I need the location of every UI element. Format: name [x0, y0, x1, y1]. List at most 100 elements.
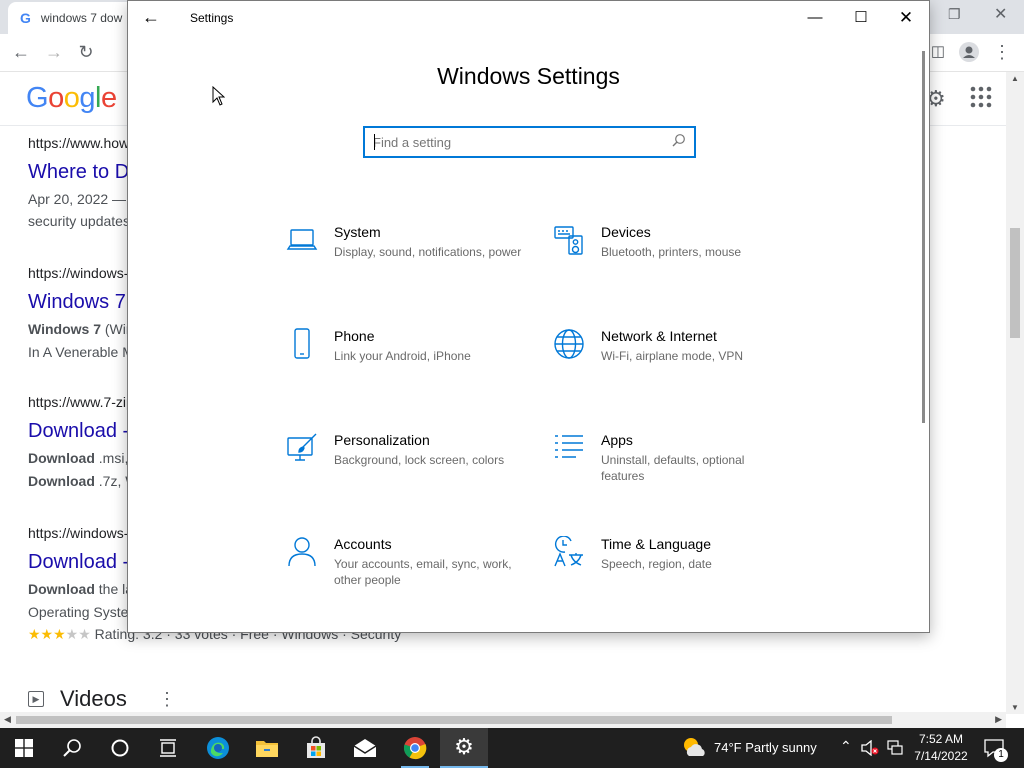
result-url[interactable]: https://windows-: [28, 525, 128, 541]
windows-logo-icon: [15, 739, 33, 757]
result-snippet: Download .msi,: [28, 450, 129, 466]
scroll-right-arrow-icon[interactable]: ▶: [995, 714, 1002, 725]
tile-description: Speech, region, date: [601, 557, 712, 571]
page-horizontal-scrollbar[interactable]: ◀ ▶: [0, 712, 1006, 728]
browser-sidepanel-icon[interactable]: ◫: [927, 42, 949, 62]
video-play-icon: ▶: [28, 691, 44, 707]
result-snippet: security updates: [28, 213, 130, 229]
weather-partly-sunny-icon[interactable]: [681, 736, 707, 763]
result-snippet: Download .7z, W: [28, 473, 139, 489]
tile-time-language[interactable]: Time & Language Speech, region, date: [553, 535, 793, 606]
edge-icon: [207, 737, 229, 759]
tile-name: Network & Internet: [601, 328, 717, 344]
taskbar-chrome[interactable]: [391, 728, 439, 768]
tile-phone[interactable]: Phone Link your Android, iPhone: [286, 328, 526, 398]
result-url[interactable]: https://www.how: [28, 135, 129, 151]
show-hidden-icons-chevron-icon[interactable]: ⌃: [840, 738, 852, 755]
settings-window: ← Settings — ☐ ✕ Windows Settings System…: [127, 0, 930, 633]
volume-muted-icon[interactable]: [861, 739, 879, 761]
clock-time: 7:52 AM: [918, 732, 964, 746]
videos-section-heading[interactable]: ▶ Videos: [28, 686, 127, 712]
google-apps-grid-icon[interactable]: [970, 86, 992, 114]
task-view-icon: [160, 739, 176, 757]
apps-list-icon: [553, 432, 585, 464]
browser-restore-icon[interactable]: ❐: [948, 6, 961, 23]
videos-more-options-icon[interactable]: ⋮: [158, 689, 176, 710]
tile-name: Accounts: [334, 536, 392, 552]
tile-description: Bluetooth, printers, mouse: [601, 245, 742, 259]
network-wired-icon[interactable]: [887, 740, 903, 761]
taskbar-store[interactable]: [292, 728, 340, 768]
cortana-button[interactable]: [96, 728, 144, 768]
weather-text[interactable]: 74°F Partly sunny: [714, 740, 817, 755]
result-title[interactable]: Download -: [28, 551, 129, 574]
tile-name: Devices: [601, 224, 651, 240]
tile-description: Wi-Fi, airplane mode, VPN: [601, 349, 744, 363]
browser-close-icon[interactable]: ✕: [994, 4, 1007, 24]
result-snippet: Windows 7 (Win: [28, 321, 134, 337]
tile-network-internet[interactable]: Network & Internet Wi-Fi, airplane mode,…: [553, 328, 793, 398]
taskbar-settings[interactable]: ⚙: [440, 728, 488, 768]
settings-scrollbar[interactable]: [922, 51, 925, 423]
horizontal-scroll-thumb[interactable]: [16, 716, 892, 724]
tile-name: Apps: [601, 432, 633, 448]
settings-gear-icon: ⚙: [454, 734, 474, 759]
taskbar-mail[interactable]: [341, 728, 389, 768]
search-icon[interactable]: [672, 133, 686, 150]
page-vertical-scrollbar[interactable]: ▲ ▼: [1006, 72, 1024, 714]
taskbar-edge[interactable]: [194, 728, 242, 768]
tile-description: Link your Android, iPhone: [334, 349, 471, 363]
mail-envelope-icon: [353, 739, 377, 757]
google-logo[interactable]: Google: [26, 82, 117, 115]
phone-icon: [286, 328, 318, 360]
tile-name: Phone: [334, 328, 375, 344]
page-title: Windows Settings: [437, 63, 620, 89]
vertical-scroll-thumb[interactable]: [1010, 228, 1020, 338]
taskbar: ⚙ 74°F Partly sunny ⌃ 7:52 AM 7/14/2022 …: [0, 728, 1024, 768]
mouse-cursor-icon: [212, 85, 226, 111]
tile-devices[interactable]: Devices Bluetooth, printers, mouse: [553, 224, 793, 294]
text-caret: [374, 134, 375, 150]
search-input[interactable]: [373, 133, 663, 151]
laptop-icon: [286, 224, 318, 256]
result-title[interactable]: Where to D: [28, 161, 129, 184]
task-view-button[interactable]: [144, 728, 192, 768]
scroll-up-arrow-icon[interactable]: ▲: [1011, 74, 1019, 83]
tile-accounts[interactable]: Accounts Your accounts, email, sync, wor…: [286, 536, 526, 606]
taskbar-file-explorer[interactable]: [243, 728, 291, 768]
close-button[interactable]: ✕: [883, 7, 929, 29]
back-arrow-icon[interactable]: ←: [142, 7, 160, 28]
keyboard-speaker-icon: [553, 224, 585, 256]
result-url[interactable]: https://windows-: [28, 265, 128, 281]
settings-titlebar[interactable]: ← Settings — ☐ ✕: [128, 1, 929, 35]
cortana-circle-icon: [111, 739, 129, 757]
start-button[interactable]: [0, 728, 48, 768]
scroll-down-arrow-icon[interactable]: ▼: [1011, 703, 1019, 712]
chrome-icon: [403, 737, 427, 760]
browser-back-icon[interactable]: ←: [10, 42, 32, 62]
tile-system[interactable]: System Display, sound, notifications, po…: [286, 224, 526, 294]
result-snippet: In A Venerable M: [28, 344, 134, 360]
browser-profile-icon[interactable]: [958, 42, 980, 66]
maximize-button[interactable]: ☐: [838, 7, 884, 29]
browser-reload-icon[interactable]: ↻: [75, 42, 97, 62]
system-clock[interactable]: 7:52 AM 7/14/2022: [906, 731, 976, 765]
browser-forward-icon[interactable]: →: [43, 42, 65, 62]
result-title[interactable]: Download -: [28, 420, 129, 443]
tile-personalization[interactable]: Personalization Background, lock screen,…: [286, 432, 526, 502]
scroll-left-arrow-icon[interactable]: ◀: [4, 714, 11, 725]
store-bag-icon: [307, 736, 325, 758]
tile-description: Background, lock screen, colors: [334, 453, 505, 467]
tile-description: Display, sound, notifications, power: [334, 245, 522, 259]
browser-menu-icon[interactable]: ⋮: [991, 42, 1013, 62]
settings-search-box[interactable]: [363, 126, 696, 158]
clock-language-icon: [553, 535, 585, 568]
globe-icon: [553, 328, 585, 360]
result-url[interactable]: https://www.7-zip: [28, 394, 134, 410]
result-snippet: Operating Syste: [28, 604, 129, 620]
taskbar-search-button[interactable]: [48, 728, 96, 768]
tile-apps[interactable]: Apps Uninstall, defaults, optional featu…: [553, 432, 793, 502]
tile-name: Time & Language: [601, 536, 711, 552]
minimize-button[interactable]: —: [792, 7, 838, 29]
result-title[interactable]: Windows 7: [28, 291, 126, 314]
